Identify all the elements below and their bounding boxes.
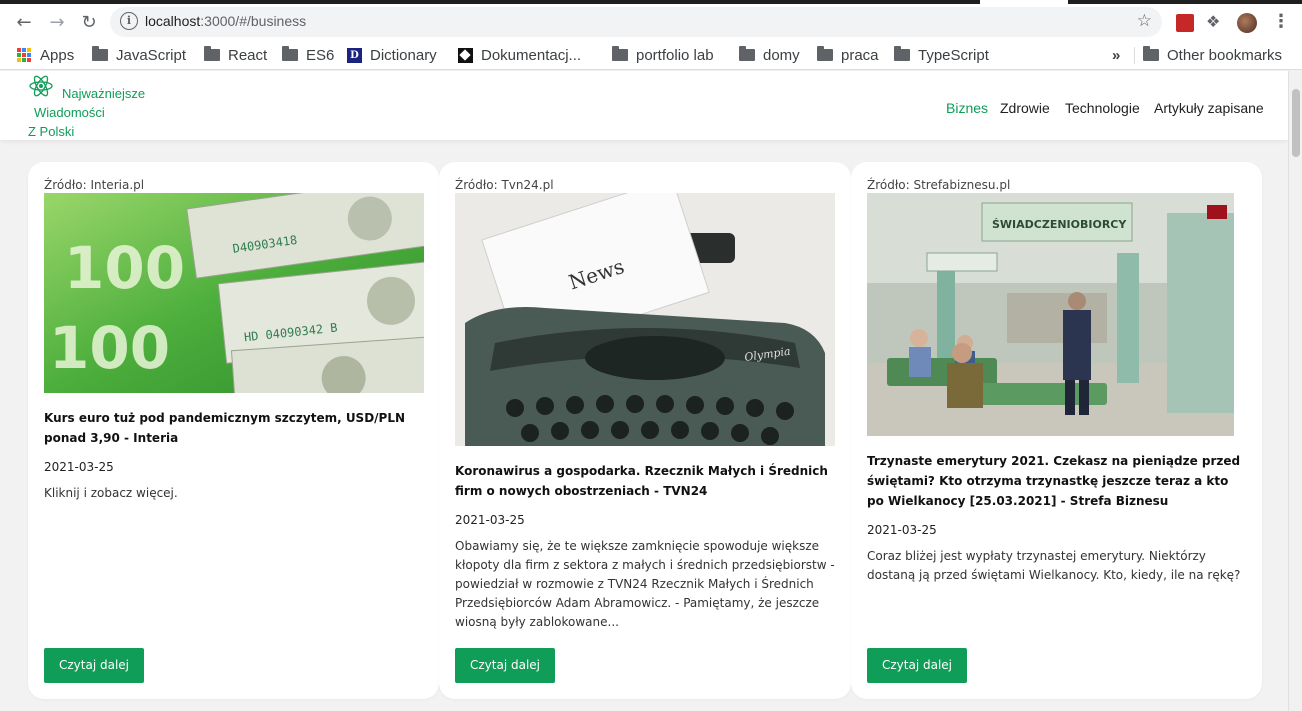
document-icon xyxy=(458,47,473,63)
back-arrow-icon: ← xyxy=(16,11,32,33)
bookmark-label: Dictionary xyxy=(370,46,437,64)
brand-line-1[interactable]: Najważniejsze xyxy=(62,86,145,101)
bookmark-label: Apps xyxy=(40,46,75,64)
svg-text:100: 100 xyxy=(64,234,185,302)
article-date: 2021-03-25 xyxy=(867,523,937,537)
bookmark-label: TypeScript xyxy=(918,46,989,64)
nav-artykuly-zapisane[interactable]: Artykuły zapisane xyxy=(1154,100,1264,116)
site-header: Najważniejsze Wiadomości Z Polski Biznes… xyxy=(0,71,1288,140)
read-more-button[interactable]: Czytaj dalej xyxy=(867,648,968,683)
address-bar[interactable]: i localhost:3000/#/business ☆ xyxy=(110,7,1162,37)
svg-text:100: 100 xyxy=(49,314,170,382)
scrollbar-thumb[interactable] xyxy=(1292,89,1300,157)
article-date: 2021-03-25 xyxy=(44,460,114,474)
bookmark-label: Dokumentacj... xyxy=(481,46,582,64)
reload-icon: ↻ xyxy=(81,11,97,33)
url-host: localhost xyxy=(145,13,201,29)
article-title[interactable]: Kurs euro tuż pod pandemicznym szczytem,… xyxy=(44,408,424,448)
bookmark-apps[interactable]: Apps xyxy=(17,45,74,65)
page-viewport: Najważniejsze Wiadomości Z Polski Biznes… xyxy=(0,71,1288,711)
bookmarks-divider xyxy=(1134,47,1135,64)
bookmark-label: ES6 xyxy=(306,46,335,64)
article-card: Źródło: Strefabiznesu.pl ŚWIADCZENIOBIOR… xyxy=(851,162,1262,699)
article-card: Źródło: Tvn24.pl News Olympia Koronawiru… xyxy=(439,162,851,699)
article-title[interactable]: Koronawirus a gospodarka. Rzecznik Małyc… xyxy=(455,461,835,501)
brand-line-2[interactable]: Wiadomości xyxy=(34,105,105,120)
page-scrollbar[interactable] xyxy=(1288,71,1302,711)
bookmark-label: domy xyxy=(763,46,800,64)
read-more-button[interactable]: Czytaj dalej xyxy=(455,648,556,683)
bookmark-label: Other bookmarks xyxy=(1167,46,1283,64)
forward-button[interactable]: → xyxy=(45,10,69,34)
address-url[interactable]: localhost:3000/#/business xyxy=(145,13,306,29)
atom-logo-icon[interactable] xyxy=(28,75,54,97)
bookmark-portfolio-lab[interactable]: portfolio lab xyxy=(612,45,714,65)
extensions-puzzle-icon[interactable]: ❖ xyxy=(1206,12,1224,31)
folder-icon xyxy=(739,46,755,61)
bookmark-dokumentacja[interactable]: Dokumentacj... xyxy=(458,45,581,65)
extension-icon[interactable] xyxy=(1176,14,1194,32)
brand-line-3[interactable]: Z Polski xyxy=(28,124,74,139)
overflow-chevron-icon: » xyxy=(1112,46,1121,64)
read-more-button[interactable]: Czytaj dalej xyxy=(44,648,145,683)
folder-icon xyxy=(1143,46,1159,61)
dictionary-icon: D xyxy=(347,47,362,63)
apps-grid-icon xyxy=(17,48,31,62)
folder-icon xyxy=(817,46,833,61)
folder-icon xyxy=(92,46,108,61)
bookmark-domy[interactable]: domy xyxy=(739,45,800,65)
article-date: 2021-03-25 xyxy=(455,513,525,527)
menu-kebab-icon[interactable]: ⋮ xyxy=(1272,11,1290,32)
browser-toolbar: ← → ↻ i localhost:3000/#/business ☆ ❖ ⋮ xyxy=(0,4,1302,40)
bookmark-typescript[interactable]: TypeScript xyxy=(894,45,989,65)
nav-zdrowie[interactable]: Zdrowie xyxy=(1000,100,1050,116)
bookmark-label: portfolio lab xyxy=(636,46,714,64)
article-description: Obawiamy się, że te większe zamknięcie s… xyxy=(455,539,835,629)
article-card: Źródło: Interia.pl 100 100 D40903418 HD … xyxy=(28,162,439,699)
bookmark-star-icon[interactable]: ☆ xyxy=(1137,11,1152,31)
nav-technologie[interactable]: Technologie xyxy=(1065,100,1140,116)
bookmark-es6[interactable]: ES6 xyxy=(282,45,334,65)
folder-icon xyxy=(282,46,298,61)
bookmark-label: React xyxy=(228,46,268,64)
url-path: :3000/#/business xyxy=(200,13,307,29)
article-source: Źródło: Tvn24.pl xyxy=(455,178,554,192)
article-image[interactable]: ŚWIADCZENIOBIORCY xyxy=(867,193,1234,436)
bookmark-react[interactable]: React xyxy=(204,45,267,65)
office-sign-text: ŚWIADCZENIOBIORCY xyxy=(992,218,1127,231)
bookmarks-overflow-button[interactable]: » xyxy=(1112,45,1120,65)
article-source: Źródło: Interia.pl xyxy=(44,178,145,192)
article-source: Źródło: Strefabiznesu.pl xyxy=(867,178,1011,192)
article-description: Coraz bliżej jest wypłaty trzynastej eme… xyxy=(867,549,1241,582)
bookmark-other[interactable]: Other bookmarks xyxy=(1143,45,1282,65)
article-title[interactable]: Trzynaste emerytury 2021. Czekasz na pie… xyxy=(867,451,1247,511)
bookmark-dictionary[interactable]: D Dictionary xyxy=(347,45,437,65)
back-button[interactable]: ← xyxy=(12,10,36,34)
bookmark-praca[interactable]: praca xyxy=(817,45,879,65)
bookmark-label: praca xyxy=(841,46,879,64)
nav-biznes[interactable]: Biznes xyxy=(946,100,988,116)
bookmark-label: JavaScript xyxy=(116,46,187,64)
article-image[interactable]: News Olympia xyxy=(455,193,835,446)
forward-arrow-icon: → xyxy=(49,11,65,33)
folder-icon xyxy=(612,46,628,61)
folder-icon xyxy=(894,46,910,61)
bookmark-javascript[interactable]: JavaScript xyxy=(92,45,186,65)
folder-icon xyxy=(204,46,220,61)
bookmarks-bar: Apps JavaScript React ES6 D Dictionary Do… xyxy=(0,40,1302,70)
profile-avatar[interactable] xyxy=(1237,13,1257,33)
article-image[interactable]: 100 100 D40903418 HD 04090342 B xyxy=(44,193,424,393)
site-info-icon[interactable]: i xyxy=(120,12,138,30)
reload-button[interactable]: ↻ xyxy=(77,10,101,34)
article-description: Kliknij i zobacz więcej. xyxy=(44,486,178,500)
